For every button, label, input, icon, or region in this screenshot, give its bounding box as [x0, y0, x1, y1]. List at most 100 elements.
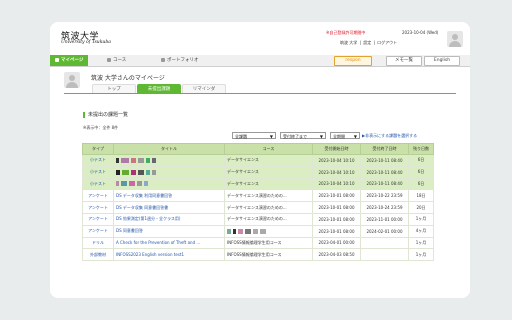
- cell-end: 2023-10-11 08:40: [360, 154, 409, 167]
- table-row[interactable]: 小テスト データサイエンス 2023-10-04 10:10 2023-10-11 0…: [82, 154, 434, 167]
- hide-tasks-link[interactable]: ▶非表示にする課題を選択する: [362, 133, 417, 139]
- redacted-block: [138, 157, 144, 163]
- cell-type[interactable]: 外部教材: [82, 248, 114, 262]
- cell-course: データサイエンス: [224, 177, 313, 191]
- cell-title[interactable]: [113, 165, 225, 179]
- cell-end: 2023-10-24 23:59: [360, 201, 409, 214]
- table-row[interactable]: アンケート DS 同意書回答 2023-10-01 08:00 2024-02-01 …: [82, 224, 434, 238]
- tab-course[interactable]: コース: [107, 55, 126, 66]
- cell-start: 2023-10-04 10:10: [312, 154, 361, 167]
- redacted-block: [144, 181, 148, 187]
- table-row[interactable]: 小テスト データサイエンス 2023-10-04 10:10 2023-10-11 0…: [82, 165, 434, 179]
- cell-type[interactable]: アンケート: [82, 212, 114, 226]
- redacted-block: [116, 169, 120, 175]
- table-header: タイプ タイトル コース 受付開始日時 受付終了日時 残り日数: [82, 143, 434, 155]
- redacted-block: [146, 169, 150, 175]
- current-date: 2023-10-04 (Wed): [402, 30, 439, 35]
- redacted-block: [146, 157, 150, 163]
- home-icon: [55, 57, 59, 62]
- page-title: 筑波 大学さんのマイページ: [91, 75, 165, 82]
- table-row[interactable]: ドリル A Check for the Prevention of Theft a…: [82, 236, 434, 250]
- redacted-block: [253, 228, 258, 234]
- separator: |: [373, 40, 375, 45]
- section-title: 未提出の課題一覧: [83, 112, 128, 118]
- cell-type[interactable]: アンケート: [82, 189, 114, 203]
- cell-end: 2023-10-22 23:59: [360, 189, 409, 203]
- separator: |: [359, 40, 361, 45]
- cell-start: 2023-04-01 00:00: [312, 236, 361, 250]
- cell-course: データサイエンス: [224, 165, 313, 179]
- cell-remaining: 1ヶ月: [408, 236, 434, 250]
- table-row[interactable]: アンケート DS データ収集 同意書回答書 データサイエンス演習のための... 202…: [82, 201, 434, 214]
- col-type: タイプ: [82, 143, 114, 155]
- cell-type[interactable]: ドリル: [82, 236, 114, 250]
- cell-type[interactable]: 小テスト: [82, 177, 114, 191]
- cell-remaining: 20日: [408, 201, 434, 214]
- col-end: 受付終了日時: [360, 143, 409, 155]
- respon-button[interactable]: respon: [334, 56, 372, 66]
- cell-type[interactable]: 小テスト: [82, 154, 114, 167]
- tab-portfolio[interactable]: ポートフォリオ: [161, 55, 199, 66]
- cell-type[interactable]: アンケート: [82, 201, 114, 214]
- deadline-filter-select[interactable]: 受付終了まで ▼: [280, 132, 326, 139]
- redacted-block: [152, 169, 156, 175]
- cell-remaining: 18日: [408, 189, 434, 203]
- cell-end: [360, 248, 409, 262]
- settings-link[interactable]: 設定: [363, 40, 371, 45]
- english-button[interactable]: English: [424, 56, 460, 66]
- cell-title[interactable]: DS 効果測定(第1週分・全クラス用): [113, 212, 225, 226]
- task-count: ※表示中：全件 8件: [83, 125, 119, 130]
- redacted-block: [131, 157, 136, 163]
- university-logo-en: University of Tsukuba: [61, 40, 111, 45]
- table-row[interactable]: アンケート DS 効果測定(第1週分・全クラス用) データサイエンス演習のための..…: [82, 212, 434, 226]
- col-remaining: 残り日数: [408, 143, 434, 155]
- cell-remaining: 6日: [408, 154, 434, 167]
- redacted-block: [129, 181, 135, 187]
- redacted-block: [233, 228, 236, 234]
- type-filter-select[interactable]: 全課題 ▼: [232, 132, 276, 139]
- cell-start: 2023-10-01 08:00: [312, 224, 361, 238]
- cell-title[interactable]: [113, 177, 225, 191]
- memo-list-button[interactable]: メモ一覧: [386, 56, 422, 66]
- course-icon: [107, 57, 111, 62]
- redacted-block: [116, 157, 119, 163]
- redacted-block: [121, 181, 127, 187]
- task-table: タイプ タイトル コース 受付開始日時 受付終了日時 残り日数 小テストデータサ…: [82, 143, 434, 262]
- redacted-block: [131, 169, 136, 175]
- redacted-block: [137, 181, 142, 187]
- cell-remaining: 4ヶ月: [408, 224, 434, 238]
- cell-end: 2023-10-11 08:40: [360, 165, 409, 179]
- app-window: 筑波大学 University of Tsukuba ※自己登録許可期間中 20…: [50, 22, 470, 298]
- tab-mypage[interactable]: マイページ: [50, 55, 89, 66]
- logout-link[interactable]: ログアウト: [377, 40, 397, 45]
- cell-start: 2023-10-04 10:10: [312, 177, 361, 191]
- cell-title[interactable]: [113, 154, 225, 167]
- cell-course: データサイエンス演習のための...: [224, 201, 313, 214]
- cell-end: [360, 236, 409, 250]
- table-row[interactable]: 小テスト データサイエンス 2023-10-04 10:10 2023-10-11 0…: [82, 177, 434, 191]
- user-avatar-icon[interactable]: [447, 31, 463, 47]
- cell-type[interactable]: 小テスト: [82, 165, 114, 179]
- cell-remaining: 1ヶ月: [408, 212, 434, 226]
- period-filter-select[interactable]: 全期間 ▼: [330, 132, 360, 139]
- cell-title[interactable]: DS データ収集 同意書回答書: [113, 201, 225, 214]
- cell-remaining: 6日: [408, 177, 434, 191]
- user-name-link[interactable]: 筑波 大学: [340, 40, 357, 45]
- table-row[interactable]: アンケート DS データ収集 利用同意書回答 データサイエンス演習のための... 20…: [82, 189, 434, 203]
- chevron-down-icon: ▼: [319, 134, 323, 139]
- col-start: 受付開始日時: [312, 143, 361, 155]
- cell-title[interactable]: A Check for the Prevention of Theft and …: [113, 236, 225, 250]
- cell-type[interactable]: アンケート: [82, 224, 114, 238]
- redacted-block: [122, 169, 129, 175]
- cell-title[interactable]: DS データ収集 利用同意書回答: [113, 189, 225, 203]
- cell-end: 2023-10-11 08:40: [360, 177, 409, 191]
- header: 筑波大学 University of Tsukuba ※自己登録許可期間中 20…: [50, 22, 470, 50]
- cell-title[interactable]: DS 同意書回答: [113, 224, 225, 238]
- table-row[interactable]: 外部教材 INFOSS2023 English version test1 INFO…: [82, 248, 434, 262]
- cell-start: 2023-04-03 08:50: [312, 248, 361, 262]
- redacted-block: [152, 157, 156, 163]
- redacted-block: [238, 228, 243, 234]
- profile-avatar-icon: [64, 72, 80, 88]
- cell-title[interactable]: INFOSS2023 English version test1: [113, 248, 225, 262]
- chevron-down-icon: ▼: [269, 134, 273, 139]
